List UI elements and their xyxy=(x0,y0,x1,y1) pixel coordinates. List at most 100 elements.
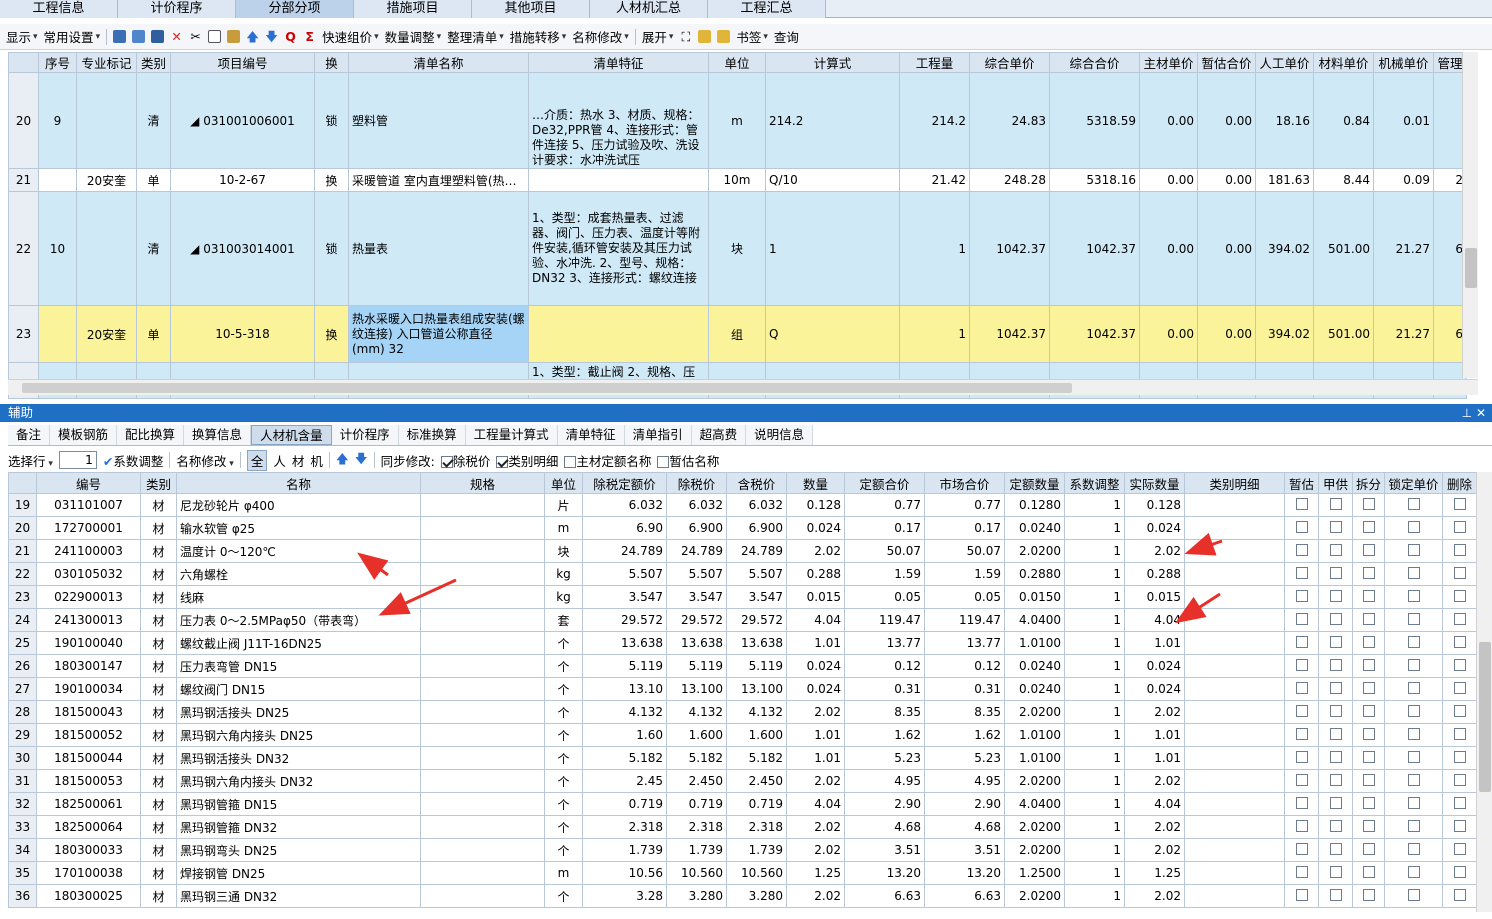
checkbox[interactable] xyxy=(1362,842,1375,855)
cell-checkbox[interactable] xyxy=(1352,654,1385,678)
cell-5[interactable]: 个 xyxy=(544,746,583,770)
cell-name[interactable]: 采暖管道 室内直埋塑料管(热… xyxy=(348,168,529,192)
filter-labor[interactable]: 人 xyxy=(273,451,286,470)
checkbox[interactable] xyxy=(1362,773,1375,786)
checkbox[interactable] xyxy=(1295,773,1308,786)
cell-1[interactable]: 241100003 xyxy=(36,539,141,563)
toolbar-qty-adjust[interactable]: 数量调整 ▾ xyxy=(385,27,442,46)
cell-5[interactable]: 个 xyxy=(544,769,583,793)
checkbox[interactable] xyxy=(1329,543,1342,556)
toolbar-search[interactable]: 查询 xyxy=(774,27,799,46)
cell-checkbox[interactable] xyxy=(1352,815,1385,839)
cell-checkbox[interactable] xyxy=(1442,654,1477,678)
upper-vertical-scrollbar[interactable] xyxy=(1462,52,1478,378)
cell-checkbox[interactable] xyxy=(1384,654,1443,678)
cell-checkbox[interactable] xyxy=(1442,815,1477,839)
cell-12[interactable]: 1.0100 xyxy=(1004,746,1065,770)
cell-3[interactable]: 黑玛钢三通 DN32 xyxy=(176,884,421,908)
cell-code[interactable]: 10-2-67 xyxy=(170,168,315,192)
cell-category-detail[interactable] xyxy=(1184,562,1285,586)
cell-10[interactable]: 119.47 xyxy=(844,608,925,632)
cell-14[interactable]: 4.04 xyxy=(1124,792,1185,816)
cell-8[interactable]: 1.600 xyxy=(726,723,787,747)
checkbox[interactable] xyxy=(1407,750,1420,763)
cell-9[interactable]: 1.01 xyxy=(786,723,845,747)
cell-8[interactable]: 3.547 xyxy=(726,585,787,609)
cell-13[interactable]: 1 xyxy=(1064,677,1125,701)
lock-icon[interactable] xyxy=(698,30,712,43)
cell-6[interactable]: 6.032 xyxy=(582,493,667,517)
column-header[interactable]: 主材单价 xyxy=(1139,52,1198,73)
column-header[interactable] xyxy=(8,52,39,73)
cell-4[interactable] xyxy=(420,723,545,747)
cell-checkbox[interactable] xyxy=(1284,792,1319,816)
cell-4[interactable] xyxy=(420,815,545,839)
cell-14[interactable]: 2.02 xyxy=(1124,838,1185,862)
column-header[interactable]: 删除 xyxy=(1442,472,1477,494)
cell-6[interactable]: 13.638 xyxy=(582,631,667,655)
cell-name[interactable]: 热量表 xyxy=(348,191,529,306)
cell-4[interactable] xyxy=(420,769,545,793)
row-number-input[interactable]: 1 xyxy=(58,451,97,469)
cell-checkbox[interactable] xyxy=(1352,792,1385,816)
cell-checkbox[interactable] xyxy=(1318,769,1353,793)
cell-10[interactable]: 8.35 xyxy=(844,700,925,724)
cell-6[interactable]: 2.45 xyxy=(582,769,667,793)
resource-row[interactable]: 26 180300147 材压力表弯管 DN15 个 5.119 5.119 5.119 0.… xyxy=(8,654,1477,678)
cell-11[interactable]: 0.05 xyxy=(924,585,1005,609)
checkbox[interactable] xyxy=(1407,842,1420,855)
column-header[interactable]: 类别 xyxy=(140,472,177,494)
cell-checkbox[interactable] xyxy=(1318,608,1353,632)
cell-14[interactable]: 1.01 xyxy=(1124,723,1185,747)
column-header[interactable]: 规格 xyxy=(420,472,545,494)
column-header[interactable]: 工程量 xyxy=(899,52,970,73)
cell-seq[interactable]: 9 xyxy=(38,72,77,169)
cell-checkbox[interactable] xyxy=(1352,608,1385,632)
cut-icon[interactable]: ✂ xyxy=(189,30,202,43)
cell-checkbox[interactable] xyxy=(1284,654,1319,678)
move-up-icon[interactable]: 🡅 xyxy=(246,30,259,43)
cell-formula[interactable]: Q xyxy=(765,305,900,363)
cell-category-detail[interactable] xyxy=(1184,631,1285,655)
checkbox[interactable] xyxy=(1329,520,1342,533)
cell-main[interactable]: 0.00 xyxy=(1139,305,1198,363)
cell-14[interactable]: 2.02 xyxy=(1124,884,1185,908)
add-item-icon[interactable] xyxy=(132,30,146,43)
cell-checkbox[interactable] xyxy=(1352,539,1385,563)
checkbox[interactable] xyxy=(1407,658,1420,671)
checkbox[interactable] xyxy=(1362,796,1375,809)
column-header[interactable]: 材料单价 xyxy=(1313,52,1374,73)
cell-5[interactable]: m xyxy=(544,516,583,540)
checkbox[interactable] xyxy=(1295,842,1308,855)
cell-3[interactable]: 黑玛钢六角内接头 DN32 xyxy=(176,769,421,793)
checkbox[interactable] xyxy=(1329,566,1342,579)
cell-checkbox[interactable] xyxy=(1384,539,1443,563)
cell-7[interactable]: 0.719 xyxy=(666,792,727,816)
checkbox[interactable] xyxy=(1407,681,1420,694)
cell-category-detail[interactable] xyxy=(1184,769,1285,793)
cell-10[interactable]: 1.62 xyxy=(844,723,925,747)
cell-7[interactable]: 3.547 xyxy=(666,585,727,609)
move-down-icon[interactable]: 🡇 xyxy=(265,30,278,43)
cell-10[interactable]: 50.07 xyxy=(844,539,925,563)
cell-13[interactable]: 1 xyxy=(1064,585,1125,609)
cell-qty[interactable]: 214.2 xyxy=(899,72,970,169)
cell-qty[interactable]: 1 xyxy=(899,305,970,363)
cell-7[interactable]: 29.572 xyxy=(666,608,727,632)
checkbox[interactable] xyxy=(1295,658,1308,671)
cell-13[interactable]: 1 xyxy=(1064,769,1125,793)
column-header[interactable]: 甲供 xyxy=(1318,472,1353,494)
bill-row[interactable]: 21 20安奎单 10-2-67 换采暖管道 室内直埋塑料管(热… 10m Q/10 21.… xyxy=(8,168,1467,192)
cell-checkbox[interactable] xyxy=(1284,746,1319,770)
cell-2[interactable]: 材 xyxy=(140,815,177,839)
cell-0[interactable]: 26 xyxy=(8,654,37,678)
cell-14[interactable]: 1.01 xyxy=(1124,631,1185,655)
cell-7[interactable]: 5.119 xyxy=(666,654,727,678)
column-header[interactable]: 除税价 xyxy=(666,472,727,494)
cell-checkbox[interactable] xyxy=(1318,723,1353,747)
cell-6[interactable]: 4.132 xyxy=(582,700,667,724)
cell-checkbox[interactable] xyxy=(1384,677,1443,701)
cell-9[interactable]: 2.02 xyxy=(786,884,845,908)
cell-seq[interactable] xyxy=(38,305,77,363)
cell-5[interactable]: 个 xyxy=(544,631,583,655)
